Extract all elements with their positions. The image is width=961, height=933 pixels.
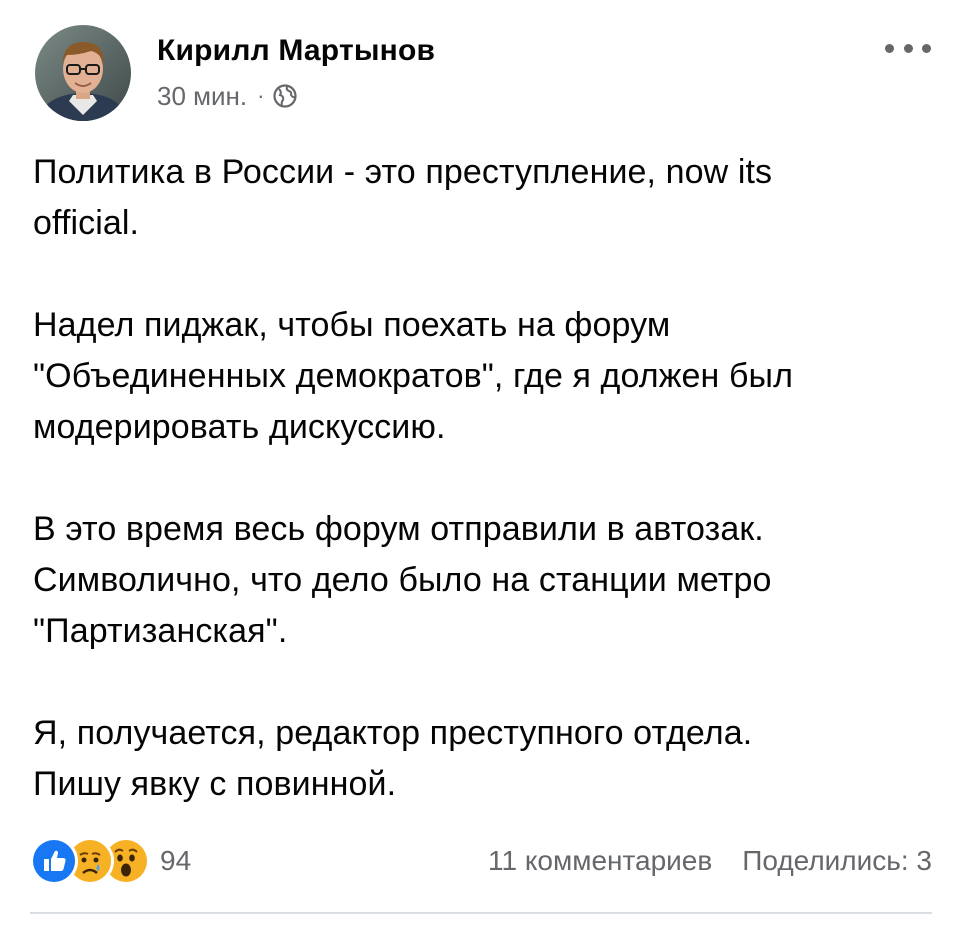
more-dot — [885, 43, 894, 53]
post-header: Кирилл Мартынов 30 мин. · — [35, 25, 435, 121]
globe-icon[interactable] — [272, 83, 298, 109]
author-info: Кирилл Мартынов 30 мин. · — [157, 33, 435, 111]
more-dot — [903, 43, 913, 53]
footer-divider — [30, 912, 932, 914]
post-text: Политика в России - это преступление, no… — [33, 147, 933, 861]
reactions-summary[interactable]: 94 — [30, 837, 191, 885]
post-paragraph: В это время весь форум отправили в автоз… — [33, 510, 772, 650]
post-paragraph: Политика в России - это преступление, no… — [33, 153, 773, 242]
reaction-count: 94 — [160, 845, 192, 876]
more-dot — [922, 43, 931, 53]
shares-link[interactable]: Поделились: 3 — [742, 845, 932, 877]
post-paragraph: Надел пиджак, чтобы поехать на форум "Об… — [33, 306, 794, 446]
like-icon — [30, 837, 78, 885]
post-paragraph: Я, получается, редактор преступного отде… — [33, 714, 753, 803]
comments-link[interactable]: 11 комментариев — [488, 845, 712, 877]
engagement-stats: 11 комментариев Поделились: 3 — [488, 845, 932, 877]
facebook-post: Кирилл Мартынов 30 мин. · Политика в Рос… — [0, 0, 961, 933]
post-meta: 30 мин. · — [157, 81, 435, 111]
author-name[interactable]: Кирилл Мартынов — [157, 33, 435, 69]
more-options-button[interactable] — [885, 38, 931, 58]
author-avatar[interactable] — [35, 25, 131, 121]
meta-separator: · — [257, 83, 265, 108]
post-footer: 94 11 комментариев Поделились: 3 — [30, 834, 932, 888]
post-time[interactable]: 30 мин. — [157, 81, 247, 111]
